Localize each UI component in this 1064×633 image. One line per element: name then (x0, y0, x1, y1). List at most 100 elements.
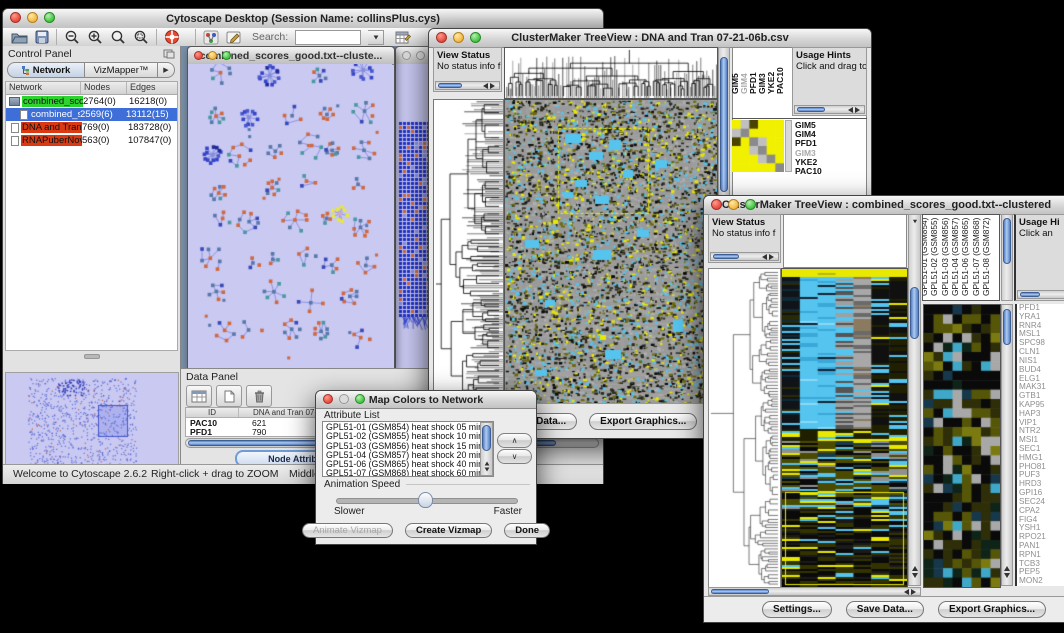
tv1-similarity-matrix[interactable] (732, 120, 784, 172)
tv2-column-label[interactable]: GPL51-03 (GSM856) (940, 218, 950, 296)
tv2-hscrollbar[interactable] (708, 587, 921, 596)
tv1-action-button[interactable]: Export Graphics... (589, 413, 697, 430)
annotation-icon[interactable] (226, 30, 243, 45)
zoom-window-icon[interactable] (44, 12, 55, 23)
zoom-window-icon[interactable] (745, 199, 756, 210)
gene-label[interactable]: RPO21 (1019, 533, 1064, 542)
gene-label[interactable]: PHO81 (1019, 463, 1064, 472)
treeview2-titlebar[interactable]: ClusterMaker TreeView : combined_scores_… (704, 196, 1064, 215)
move-up-button[interactable]: ∧ (497, 433, 532, 448)
tv2-global-vscrollbar[interactable] (908, 214, 921, 586)
gene-label[interactable]: YSH1 (1019, 524, 1064, 533)
search-input[interactable] (295, 30, 361, 45)
minimize-icon[interactable] (27, 12, 38, 23)
attribute-listbox[interactable]: GPL51-01 (GSM854) heat shock 05 minGPL51… (322, 421, 494, 477)
speed-slider-thumb[interactable] (418, 492, 433, 508)
minimize-icon[interactable] (208, 51, 217, 60)
gene-label[interactable]: SEC1 (1019, 445, 1064, 454)
zoom-selected-icon[interactable] (133, 30, 149, 45)
tv2-column-label[interactable]: GPL51-02 (GSM855) (929, 218, 939, 296)
gene-label[interactable]: PUF3 (1019, 471, 1064, 480)
gene-label[interactable]: CPA2 (1019, 507, 1064, 516)
network-list-header[interactable]: Network Nodes Edges (6, 82, 177, 95)
col-header-id[interactable]: ID (186, 408, 239, 417)
scroll-thumb[interactable] (1003, 218, 1011, 264)
tv2-row-dendrogram[interactable] (708, 268, 781, 588)
network-list-row[interactable]: RNAPuberNov2+ 563(0) 107847(0) (6, 134, 177, 147)
dialog-titlebar[interactable]: Map Colors to Network (316, 391, 536, 409)
network-list-row[interactable]: DNA and Tran 07 769(0) 183728(0) (6, 121, 177, 134)
attribute-list-item[interactable]: GPL51-06 (GSM865) heat shock 40 min (326, 460, 493, 469)
tv2-global-heatmap[interactable] (781, 268, 908, 588)
birdseye-view[interactable] (5, 372, 179, 473)
select-attributes-button[interactable] (186, 385, 212, 407)
zoom-window-icon[interactable] (222, 51, 231, 60)
tv2-column-label[interactable]: GPL51-01 (GSM854) (922, 218, 929, 296)
delete-attribute-button[interactable] (246, 385, 272, 407)
tv2-labels-vscrollbar[interactable] (1001, 214, 1013, 301)
attribute-list-item[interactable]: GPL51-02 (GSM855) heat shock 10 min (326, 432, 493, 441)
gene-label[interactable]: RNR4 (1019, 322, 1064, 331)
network-view-canvas[interactable] (188, 64, 392, 367)
gene-label[interactable]: MSL1 (1019, 330, 1064, 339)
attribute-list-item[interactable]: GPL51-01 (GSM854) heat shock 05 min (326, 423, 493, 432)
tv1-hints-hscrollbar[interactable] (794, 105, 865, 114)
network-list-row[interactable]: combined_scores_ 2764(0) 16218(0) (6, 95, 177, 108)
minimize-icon[interactable] (453, 32, 464, 43)
tv2-column-tree-area[interactable] (783, 214, 907, 268)
gene-label[interactable]: KAP95 (1019, 401, 1064, 410)
dialog-button[interactable]: Animate Vizmap (302, 523, 393, 538)
new-attribute-button[interactable] (216, 385, 242, 407)
scroll-thumb[interactable] (1020, 292, 1040, 297)
open-file-icon[interactable] (11, 30, 28, 44)
panel-splitter[interactable] (3, 351, 180, 362)
gene-label[interactable]: HRD3 (1019, 480, 1064, 489)
close-icon[interactable] (323, 394, 333, 404)
tv2-zoom-vscrollbar[interactable] (1001, 304, 1013, 586)
tv1-matrix-scrollbar[interactable] (785, 120, 792, 172)
tv1-heatmap[interactable] (504, 99, 718, 405)
scroll-thumb[interactable] (1003, 309, 1011, 345)
gene-label[interactable]: TCB3 (1019, 560, 1064, 569)
tv1-row-label[interactable]: PAC10 (795, 167, 865, 176)
tv2-status-hscrollbar[interactable] (710, 252, 779, 261)
dense-network-view[interactable] (396, 64, 432, 367)
dialog-button[interactable]: Create Vizmap (405, 523, 492, 538)
gene-label[interactable]: FIG4 (1019, 516, 1064, 525)
gene-label[interactable]: ELG1 (1019, 375, 1064, 384)
scroll-thumb[interactable] (482, 425, 491, 451)
attribute-list-item[interactable]: GPL51-03 (GSM856) heat shock 15 min (326, 442, 493, 451)
tv1-column-label[interactable]: PAC10 (775, 67, 785, 94)
help-lifering-icon[interactable] (164, 29, 180, 45)
gene-label[interactable]: MAK31 (1019, 383, 1064, 392)
gene-label[interactable]: CLN1 (1019, 348, 1064, 357)
gene-label[interactable]: PFD1 (1019, 304, 1064, 313)
table-edit-icon[interactable] (395, 30, 412, 45)
gene-label[interactable]: HAP3 (1019, 410, 1064, 419)
scroll-thumb[interactable] (438, 83, 462, 88)
gene-label[interactable]: NTR2 (1019, 427, 1064, 436)
minimize-icon[interactable] (416, 51, 425, 60)
network-list-row[interactable]: combined_sco 2569(6) 13112(15) (6, 108, 177, 121)
tv1-column-dendrogram[interactable] (504, 47, 718, 99)
vizmapper-nodes-icon[interactable] (203, 30, 219, 45)
minimize-icon[interactable] (728, 199, 739, 210)
gene-label[interactable]: PAN1 (1019, 542, 1064, 551)
tv2-hints-hscrollbar[interactable] (1017, 290, 1064, 299)
zoom-window-icon[interactable] (355, 394, 365, 404)
tv2-column-label[interactable]: GPL51-07 (GSM868) (971, 218, 981, 296)
gene-label[interactable]: MSI1 (1019, 436, 1064, 445)
tv2-action-button[interactable]: Settings... (762, 601, 832, 618)
main-title-bar[interactable]: Cytoscape Desktop (Session Name: collins… (3, 9, 603, 29)
tv2-action-button[interactable]: Export Graphics... (938, 601, 1046, 618)
gene-label[interactable]: PEP5 (1019, 568, 1064, 577)
tv2-action-button[interactable]: Save Data... (846, 601, 924, 618)
close-icon[interactable] (194, 51, 203, 60)
zoom-out-icon[interactable] (64, 30, 80, 45)
dialog-button[interactable]: Done (504, 523, 550, 538)
float-panel-icon[interactable] (163, 49, 175, 59)
zoom-in-icon[interactable] (87, 30, 103, 45)
scroll-thumb[interactable] (713, 254, 739, 259)
close-icon[interactable] (711, 199, 722, 210)
tv2-zoom-heatmap[interactable] (923, 304, 1001, 588)
